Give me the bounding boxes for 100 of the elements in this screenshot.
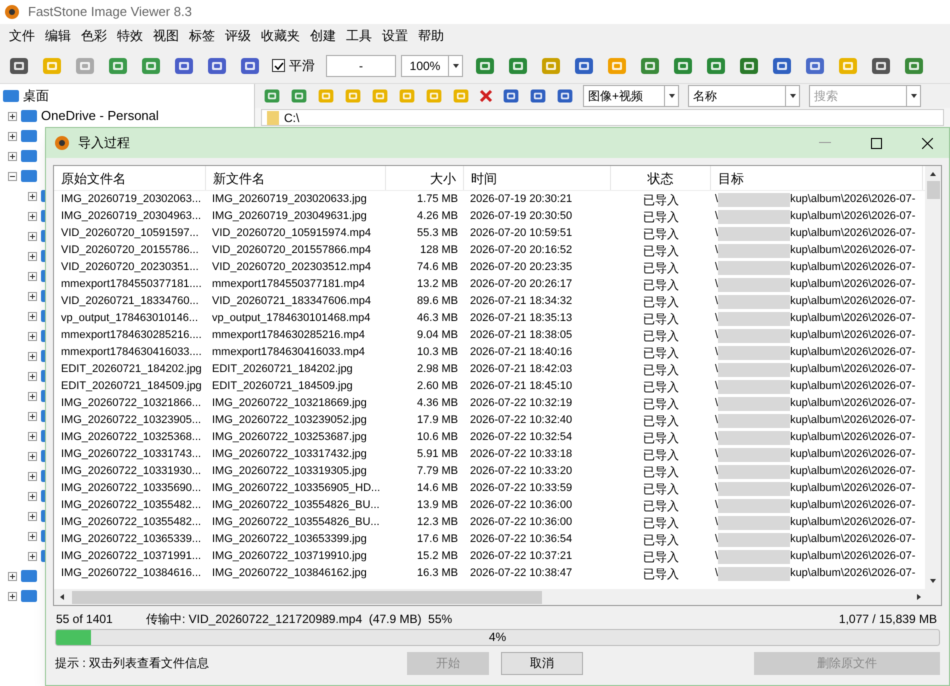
table-cell: 已导入 [643,380,679,394]
sort-dropdown[interactable]: 名称 [688,85,800,107]
table-cell-text: kup\album\2026\2026-07- [790,226,916,242]
menu-item[interactable]: 帮助 [413,26,449,46]
menu-item[interactable]: 视图 [148,26,184,46]
progress-label: 4% [488,630,508,645]
expand-icon[interactable] [28,352,37,360]
table-cell: 2026-07-22 10:33:18 [470,448,572,460]
expand-icon[interactable] [28,552,37,560]
expand-icon[interactable] [8,572,17,580]
expand-icon[interactable] [28,532,37,540]
expand-icon[interactable] [8,152,17,160]
menu-item[interactable]: 收藏夹 [256,26,305,46]
menu-item[interactable]: 色彩 [76,26,112,46]
expand-icon[interactable] [28,432,37,440]
expand-icon[interactable] [28,512,37,520]
table-cell: EDIT_20260721_184509.jpg [61,380,202,392]
table-cell: 17.6 MB [417,533,458,546]
expand-icon[interactable] [28,412,37,420]
search-field[interactable]: 搜索 [809,85,907,107]
table-cell: mmexport1784630416033.... [61,346,202,358]
table-cell: 2026-07-20 20:26:17 [470,278,572,290]
expand-icon[interactable] [28,212,37,220]
table-cell-text: \ [715,549,718,564]
column-header[interactable]: 目标 [711,166,923,190]
table-cell-text: \ [715,209,718,224]
menu-item[interactable]: 评级 [220,26,256,46]
collapse-icon[interactable] [8,172,17,180]
table-cell: 2026-07-22 10:36:00 [470,516,572,528]
table-cell: IMG_20260722_10335690... [61,482,202,494]
expand-icon[interactable] [28,292,37,300]
scroll-left-icon[interactable] [58,593,66,601]
table-cell-text: kup\album\2026\2026-07- [790,379,916,394]
table-cell: 1.75 MB [417,193,458,206]
table-cell: 2.98 MB [417,363,458,376]
menu-item[interactable]: 编辑 [40,26,76,46]
checkbox[interactable] [272,59,285,72]
menu-item[interactable]: 标签 [184,26,220,46]
caret-icon[interactable] [788,92,796,100]
delete-icon[interactable] [479,89,493,103]
close-icon[interactable] [922,138,933,148]
tree-item[interactable]: OneDrive - Personal [41,106,159,126]
expand-icon[interactable] [28,192,37,200]
column-header[interactable]: 时间 [464,166,611,190]
scrollbar-thumb[interactable] [926,181,940,199]
table-cell: 2026-07-22 10:38:47 [470,567,572,580]
table-cell: 已导入 [643,260,679,274]
column-header[interactable]: 原始文件名 [54,166,206,190]
expand-icon[interactable] [8,112,17,120]
table-cell-text: \ [715,294,718,310]
expand-icon[interactable] [28,452,37,460]
menu-item[interactable]: 工具 [341,26,377,46]
table-cell-text: \ [715,328,718,344]
table-cell-text: \ [715,396,718,412]
zoom-dropdown[interactable]: 100% [401,54,463,76]
scroll-down-icon[interactable] [929,577,937,585]
caret-icon[interactable] [668,92,676,100]
file-count: 55 of 1401 [56,611,114,628]
expand-icon[interactable] [28,272,37,280]
expand-icon[interactable] [28,332,37,340]
table-cell: mmexport1784630285216.... [61,329,202,342]
caret-icon[interactable] [910,92,918,100]
menu-item[interactable]: 创建 [305,26,341,46]
menu-item[interactable]: 文件 [4,26,40,46]
table-cell: mmexport1784550377181.... [61,278,202,290]
expand-icon[interactable] [28,392,37,400]
tree-item[interactable]: 桌面 [23,86,49,106]
table-cell: IMG_20260722_10331930... [61,465,202,478]
scroll-right-icon[interactable] [915,593,923,601]
column-header[interactable]: 状态 [611,166,711,190]
expand-icon[interactable] [28,232,37,240]
horizontal-scrollbar[interactable] [54,589,941,605]
menu-item[interactable]: 设置 [377,26,413,46]
table-cell-text: kup\album\2026\2026-07- [790,447,916,462]
table-cell-text: \ [715,532,718,548]
table-cell: 89.6 MB [417,295,458,308]
column-header[interactable]: 新文件名 [206,166,386,190]
expand-icon[interactable] [28,312,37,320]
expand-icon[interactable] [8,592,17,600]
transfer-status: 传输中: VID_20260722_121720989.mp4 (47.9 MB) 55% [146,611,452,628]
expand-icon[interactable] [8,132,17,140]
table-cell: 已导入 [643,328,679,342]
table-cell-text: kup\album\2026\2026-07- [790,515,916,530]
scrollbar-thumb[interactable] [72,590,542,604]
expand-icon[interactable] [28,372,37,380]
expand-icon[interactable] [28,472,37,480]
menu-item[interactable]: 特效 [112,26,148,46]
filter-dropdown[interactable]: 图像+视频 [583,85,679,107]
vertical-scrollbar[interactable] [925,166,941,589]
expand-icon[interactable] [28,492,37,500]
table-cell-text: kup\album\2026\2026-07- [790,413,916,428]
table-cell: IMG_20260722_103719910.jpg [212,550,367,562]
size-field[interactable]: - [326,54,396,76]
maximize-icon[interactable] [871,138,882,148]
expand-icon[interactable] [28,252,37,260]
scroll-up-icon[interactable] [929,170,937,178]
dialog-button[interactable]: 取消 [501,652,583,674]
column-header[interactable]: 大小 [386,166,464,190]
table-cell: 已导入 [643,498,679,512]
caret-icon[interactable] [452,62,460,70]
